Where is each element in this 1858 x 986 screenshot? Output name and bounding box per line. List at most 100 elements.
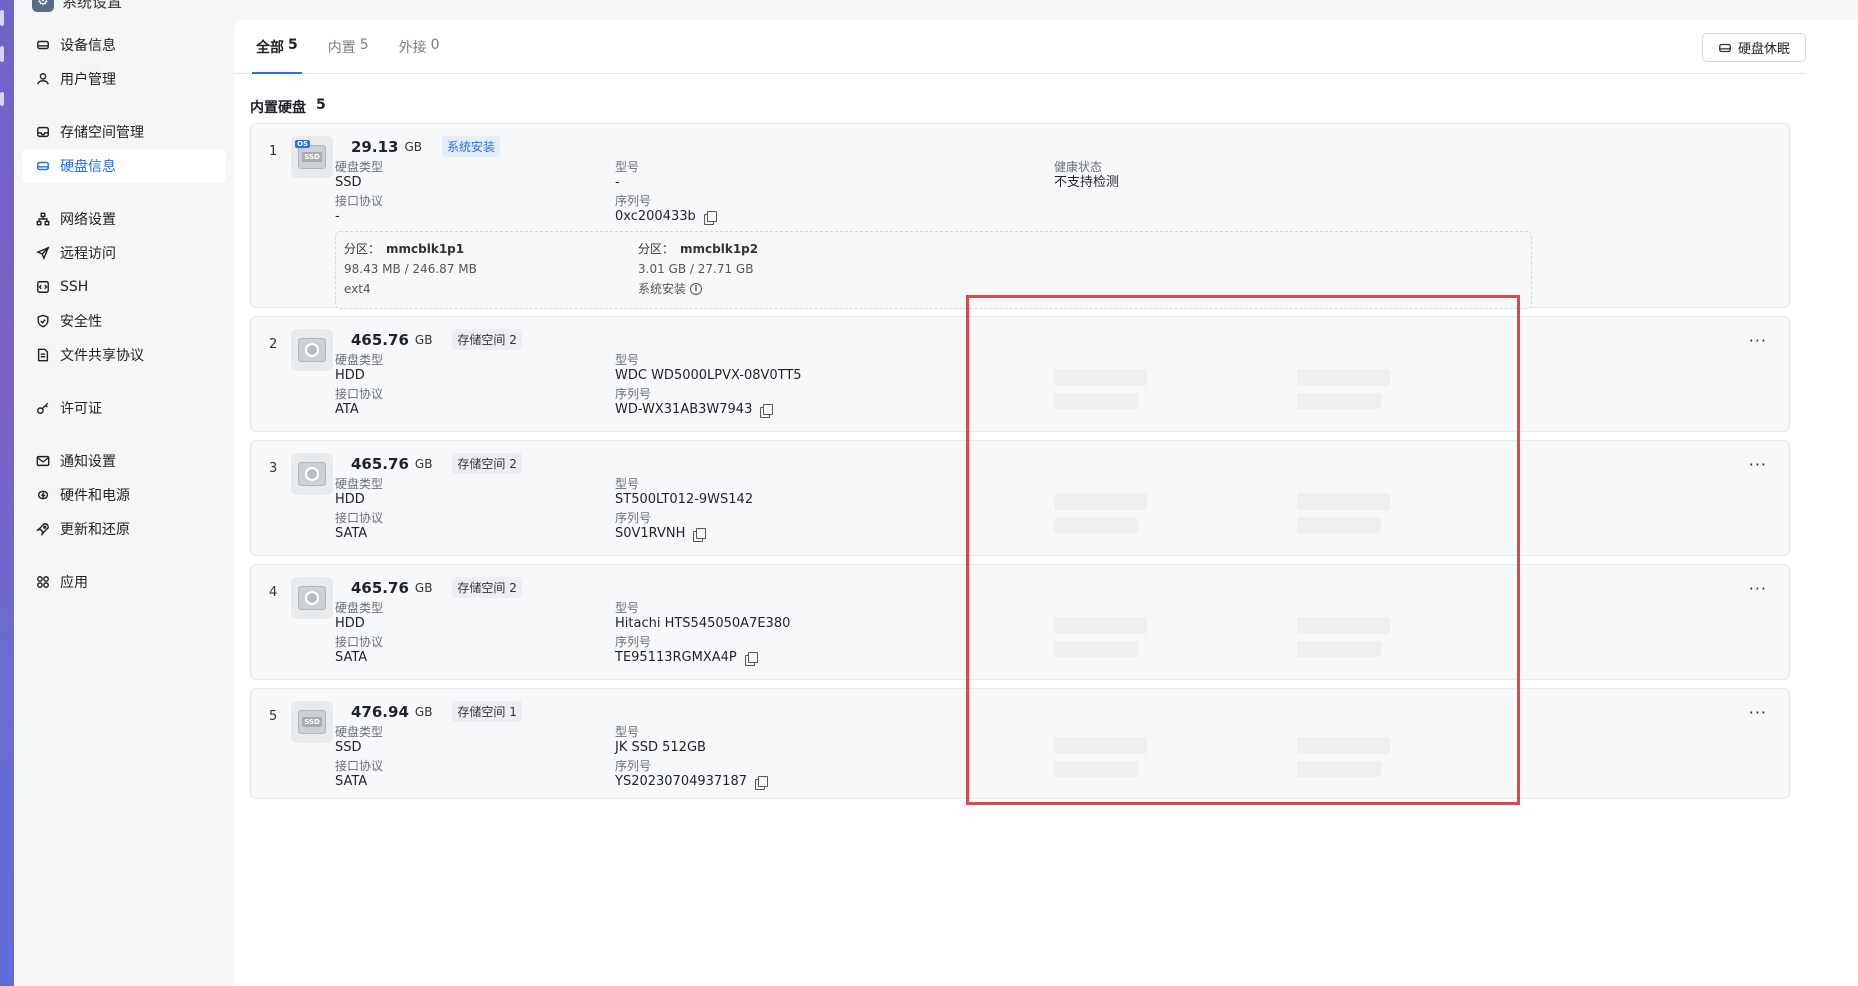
- disk-usage-tag: 存储空间 2: [452, 329, 522, 350]
- apps-icon: [36, 575, 50, 589]
- sidebar-item[interactable]: 硬盘信息: [22, 149, 226, 183]
- info-field: 接口协议 SATA: [335, 511, 383, 542]
- sidebar-item[interactable]: 许可证: [22, 391, 226, 425]
- info-field: 接口协议 SATA: [335, 635, 383, 666]
- field-value: SATA: [335, 774, 368, 789]
- sidebar-item[interactable]: 通知设置: [22, 444, 226, 478]
- desktop-marker: [0, 46, 4, 62]
- sidebar-item-label: 用户管理: [60, 72, 116, 88]
- field-value: 不支持检测: [1054, 175, 1120, 190]
- tab[interactable]: 全部 5: [252, 37, 302, 74]
- disk-icon: [1719, 43, 1731, 52]
- info-icon[interactable]: i: [690, 283, 703, 295]
- partition-name: mmcblk1p1: [386, 242, 465, 256]
- window-title-bar: ⚙ 系统设置: [32, 0, 122, 12]
- disk-header: 476.94 GB 存储空间 1: [351, 701, 522, 722]
- field-value: S0V1RVNH: [615, 526, 686, 541]
- more-options-button[interactable]: ···: [1749, 703, 1767, 722]
- sidebar-item[interactable]: 设备信息: [22, 28, 226, 62]
- loading-skeleton: [1054, 761, 1138, 777]
- section-count: 5: [316, 97, 326, 113]
- field-label: 型号: [615, 160, 640, 174]
- loading-skeleton: [1054, 641, 1138, 657]
- tab-label: 外接: [398, 40, 427, 56]
- sidebar-divider: [22, 96, 226, 115]
- sidebar-item[interactable]: 文件共享协议: [22, 338, 226, 372]
- field-value: ATA: [335, 402, 359, 417]
- loading-skeleton: [1054, 493, 1147, 510]
- disk-capacity: 476.94: [351, 702, 409, 721]
- disk-usage-tag: 存储空间 1: [452, 701, 522, 722]
- disk-capacity-unit: GB: [414, 580, 433, 595]
- disk-card: 2 465.76 GB 存储空间 2 硬盘类型 HDD 接口协议 ATA 型号 WDC WD500…: [250, 316, 1790, 432]
- tab[interactable]: 外接 0: [399, 37, 440, 73]
- copy-icon[interactable]: [755, 775, 768, 790]
- main-panel: 全部 5 内置 5 外接 0 硬盘休眠 内置硬盘 5 1 SSD OS 29.13 GB 系统安装硬…: [234, 20, 1858, 986]
- key-icon: [36, 401, 50, 415]
- more-options-button[interactable]: ···: [1749, 579, 1767, 598]
- partition-fs: 系统安装: [638, 282, 687, 296]
- field-label: 接口协议: [335, 194, 384, 208]
- send-icon: [36, 246, 50, 260]
- sidebar-item[interactable]: 网络设置: [22, 202, 226, 236]
- disk-icon: [36, 159, 50, 173]
- sidebar-item[interactable]: 存储空间管理: [22, 115, 226, 149]
- field-value: JK SSD 512GB: [615, 740, 706, 755]
- sidebar-item-label: 应用: [60, 575, 88, 591]
- field-label: 序列号: [615, 194, 652, 208]
- terminal-icon: [36, 280, 50, 294]
- tab-count: 5: [288, 37, 298, 53]
- sidebar-item-label: 文件共享协议: [60, 348, 144, 364]
- tab-label: 内置: [327, 40, 356, 56]
- copy-icon[interactable]: [744, 651, 758, 666]
- os-badge-icon: OS: [295, 140, 310, 148]
- field-value: HDD: [335, 368, 365, 383]
- sidebar-item[interactable]: 应用: [22, 565, 226, 599]
- window-title: 系统设置: [62, 0, 123, 11]
- partition-box: 分区： mmcblk1p1 98.43 MB / 246.87 MB ext4 分区： m…: [335, 231, 1532, 309]
- field-value: WDC WD5000LPVX-08V0TT5: [615, 368, 802, 383]
- sidebar-item[interactable]: 更新和还原: [22, 512, 226, 546]
- sidebar-divider: [22, 183, 226, 202]
- field-label: 型号: [615, 477, 640, 491]
- info-field: 序列号 S0V1RVNH: [615, 511, 707, 542]
- disk-index: 1: [269, 144, 278, 159]
- partition-item: 分区： mmcblk1p1 98.43 MB / 246.87 MB ext4: [344, 240, 477, 298]
- user-icon: [36, 72, 50, 86]
- hdd-icon: [291, 577, 333, 619]
- disk-capacity: 465.76: [351, 454, 409, 473]
- sidebar-item[interactable]: 用户管理: [22, 62, 226, 96]
- disk-sleep-label: 硬盘休眠: [1737, 42, 1790, 57]
- tab-label: 全部: [256, 40, 284, 56]
- mail-icon: [36, 454, 50, 468]
- sidebar-item-label: SSH: [60, 279, 89, 295]
- loading-skeleton: [1297, 493, 1390, 510]
- disk-capacity: 465.76: [351, 330, 409, 349]
- copy-icon[interactable]: [760, 403, 774, 418]
- more-options-button[interactable]: ···: [1749, 331, 1767, 350]
- loading-skeleton: [1054, 393, 1138, 409]
- field-label: 接口协议: [335, 387, 384, 401]
- field-label: 接口协议: [335, 759, 384, 773]
- sidebar-item[interactable]: 远程访问: [22, 236, 226, 270]
- copy-icon[interactable]: [693, 527, 707, 542]
- field-label: 序列号: [615, 511, 652, 525]
- copy-icon[interactable]: [703, 210, 717, 225]
- sidebar-item[interactable]: 安全性: [22, 304, 226, 338]
- disk-card: 1 SSD OS 29.13 GB 系统安装 硬盘类型 SSD 接口协议 - 型号 - 序列号 0xc20…: [250, 123, 1790, 309]
- disk-card: 5 SSD 476.94 GB 存储空间 1 硬盘类型 SSD 接口协议 SATA 型号 JK SS…: [250, 688, 1790, 799]
- disk-sleep-button[interactable]: 硬盘休眠: [1702, 33, 1806, 62]
- sidebar-item-label: 安全性: [60, 314, 102, 330]
- more-options-button[interactable]: ···: [1749, 455, 1767, 474]
- field-label: 接口协议: [335, 511, 384, 525]
- field-value: ST500LT012-9WS142: [615, 492, 754, 507]
- partition-name: mmcblk1p2: [680, 242, 759, 256]
- sidebar-item[interactable]: 硬件和电源: [22, 478, 226, 512]
- tab[interactable]: 内置 5: [328, 37, 369, 73]
- sidebar-item[interactable]: SSH: [22, 270, 226, 304]
- loading-skeleton: [1054, 369, 1147, 386]
- loading-skeleton: [1297, 617, 1390, 634]
- partition-size: 3.01 GB / 27.71 GB: [638, 262, 754, 276]
- info-field: 硬盘类型 SSD: [335, 725, 383, 756]
- field-label: 序列号: [615, 387, 652, 401]
